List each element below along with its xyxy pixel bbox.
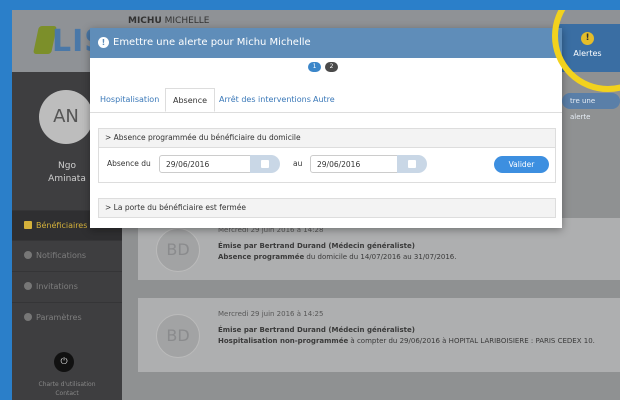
user-last: MICHELLE <box>164 16 210 26</box>
exclamation-icon: ! <box>98 37 109 48</box>
info-icon <box>24 251 32 259</box>
absence-du-label: Absence du <box>107 159 151 168</box>
date-from-input[interactable]: 29/06/2016 <box>159 155 251 173</box>
sidebar-item-invitations[interactable]: Invitations <box>12 271 122 301</box>
au-label: au <box>293 159 303 168</box>
modal-title: Emettre une alerte pour Michu Michelle <box>113 37 311 48</box>
tab-hospitalisation[interactable]: Hospitalisation <box>93 88 166 112</box>
porte-fermee-section: > La porte du bénéficiaire est fermée <box>98 198 556 218</box>
alert-modal: ! Emettre une alerte pour Michu Michelle … <box>90 28 562 228</box>
tab-autre[interactable]: Autre <box>306 88 342 112</box>
charte-link[interactable]: Charte d'utilisation <box>12 380 122 389</box>
step-indicator: 1 2 <box>308 62 346 72</box>
modal-header: ! Emettre une alerte pour Michu Michelle <box>90 28 562 58</box>
alert-type: Absence programmée <box>218 253 305 261</box>
absence-section: > Absence programmée du bénéficiaire du … <box>98 128 556 183</box>
tab-bar: Hospitalisation Absence Arrêt des interv… <box>90 88 562 113</box>
alert-author: Émise par Bertrand Durand (Médecin génér… <box>218 326 415 334</box>
current-user-name: MICHU MICHELLE <box>128 16 210 26</box>
alert-author: Émise par Bertrand Durand (Médecin génér… <box>218 242 415 250</box>
new-alert-button[interactable]: tre une alerte <box>562 93 620 121</box>
alert-description: Absence programmée du domicile du 14/07/… <box>218 253 457 261</box>
avatar[interactable]: AN <box>39 90 93 144</box>
calendar-icon[interactable] <box>397 155 427 173</box>
sidebar-footer: Charte d'utilisation Contact <box>12 380 122 398</box>
users-icon <box>24 221 32 229</box>
alert-type: Hospitalisation non-programmée <box>218 337 349 345</box>
date-to-input[interactable]: 29/06/2016 <box>310 155 398 173</box>
app-window: LISA MICHU MICHELLE ! Alertes AN Ngo Ami… <box>12 10 620 400</box>
tab-absence[interactable]: Absence <box>165 88 216 112</box>
absence-form: Absence du 29/06/2016 au 29/06/2016 Vali… <box>99 147 555 182</box>
sidebar-item-label: Paramètres <box>36 313 82 322</box>
sidebar-item-parametres[interactable]: Paramètres <box>12 302 122 332</box>
step-2[interactable]: 2 <box>325 62 338 72</box>
group-icon <box>24 282 32 290</box>
author-avatar: BD <box>156 228 200 272</box>
user-first: MICHU <box>128 16 162 26</box>
gear-icon <box>24 313 32 321</box>
alert-detail: à compter du 29/06/2016 à HOPITAL LARIBO… <box>348 337 595 345</box>
sidebar-item-label: Invitations <box>36 282 78 291</box>
author-avatar: BD <box>156 314 200 358</box>
alert-date: Mercredi 29 juin 2016 à 14:25 <box>218 310 324 318</box>
alert-card: BD Mercredi 29 juin 2016 à 14:25 Émise p… <box>138 298 620 372</box>
section-toggle[interactable]: > Absence programmée du bénéficiaire du … <box>99 129 555 147</box>
sidebar-item-label: Bénéficiaires <box>36 221 88 230</box>
calendar-icon[interactable] <box>250 155 280 173</box>
alert-description: Hospitalisation non-programmée à compter… <box>218 337 595 345</box>
power-icon[interactable]: ⏻ <box>54 352 74 372</box>
step-1[interactable]: 1 <box>308 62 321 72</box>
section-toggle[interactable]: > La porte du bénéficiaire est fermée <box>99 199 555 217</box>
tab-arret-interventions[interactable]: Arrêt des interventions <box>212 88 318 112</box>
alert-detail: du domicile du 14/07/2016 au 31/07/2016. <box>304 253 457 261</box>
contact-link[interactable]: Contact <box>12 389 122 398</box>
sidebar-item-label: Notifications <box>36 251 87 260</box>
valider-button[interactable]: Valider <box>494 156 549 173</box>
sidebar-item-notifications[interactable]: Notifications <box>12 240 122 270</box>
